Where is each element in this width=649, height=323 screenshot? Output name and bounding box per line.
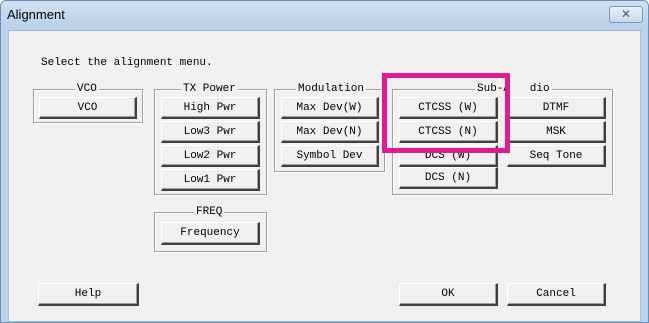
modulation-group-label: Modulation bbox=[296, 83, 367, 96]
help-button[interactable]: Help bbox=[38, 283, 139, 306]
ok-button[interactable]: OK bbox=[399, 283, 498, 306]
close-icon: ✕ bbox=[620, 7, 632, 21]
low3-pwr-button[interactable]: Low3 Pwr bbox=[161, 121, 260, 143]
vco-group-label: VCO bbox=[75, 83, 99, 96]
frequency-button[interactable]: Frequency bbox=[161, 222, 260, 245]
title-bar: Alignment ✕ bbox=[1, 1, 648, 30]
low1-pwr-button[interactable]: Low1 Pwr bbox=[161, 169, 260, 191]
window-title: Alignment bbox=[7, 7, 65, 22]
max-dev-n-button[interactable]: Max Dev(N) bbox=[281, 121, 379, 143]
msk-button[interactable]: MSK bbox=[507, 121, 606, 143]
tx-power-group-label: TX Power bbox=[181, 83, 238, 96]
symbol-dev-button[interactable]: Symbol Dev bbox=[281, 145, 379, 167]
freq-group-label: FREQ bbox=[194, 206, 225, 219]
vco-button[interactable]: VCO bbox=[39, 97, 137, 119]
seq-tone-button[interactable]: Seq Tone bbox=[507, 145, 606, 167]
high-pwr-button[interactable]: High Pwr bbox=[161, 97, 260, 119]
instruction-text: Select the alignment menu. bbox=[41, 57, 213, 69]
dtmf-button[interactable]: DTMF bbox=[507, 97, 606, 119]
cancel-button[interactable]: Cancel bbox=[507, 283, 606, 306]
max-dev-w-button[interactable]: Max Dev(W) bbox=[281, 97, 379, 119]
dcs-n-button[interactable]: DCS (N) bbox=[399, 167, 498, 189]
highlight-box bbox=[382, 73, 510, 153]
close-button[interactable]: ✕ bbox=[609, 6, 643, 23]
low2-pwr-button[interactable]: Low2 Pwr bbox=[161, 145, 260, 167]
